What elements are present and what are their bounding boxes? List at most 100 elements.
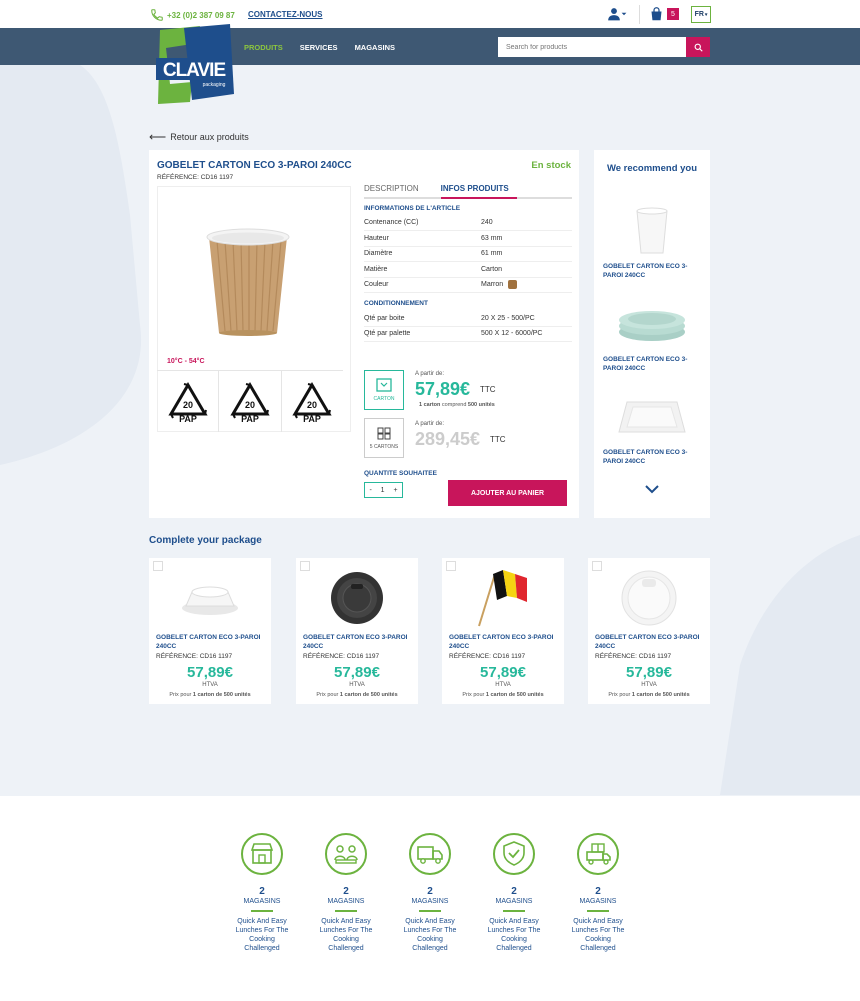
product-unit-info: Prix pour 1 carton de 500 unités xyxy=(296,692,418,698)
attribute-row: Couleur Marron xyxy=(364,277,572,293)
recommend-item-name: GOBELET CARTON ECO 3-PAROI 240CC xyxy=(603,449,688,465)
attribute-value: Carton xyxy=(481,266,503,273)
arrow-left-icon: ⟵ xyxy=(149,130,167,144)
cart-button[interactable]: 5 xyxy=(649,6,679,22)
clavie-logo[interactable]: CLAVIE packaging xyxy=(152,24,236,108)
feature-item: 2 MAGASINS Quick And Easy Lunches For Th… xyxy=(558,832,638,953)
product-reference: RÉFÉRENCE: CD16 1197 xyxy=(157,174,234,181)
product-name: GOBELET CARTON ECO 3-PAROI 240CC xyxy=(595,634,700,650)
feature-description: Quick And Easy Lunches For The Cooking C… xyxy=(487,918,541,952)
nav-item-magasins[interactable]: MAGASINS xyxy=(355,43,395,52)
feature-number: 2 xyxy=(343,886,349,897)
truck-icon xyxy=(409,833,451,875)
contact-link[interactable]: CONTACTEZ-NOUS xyxy=(248,10,323,19)
nav-item-produits[interactable]: PRODUITS xyxy=(244,43,283,52)
product-price: 57,89€ xyxy=(626,664,672,681)
recycle-label: PAP xyxy=(179,414,197,422)
price-from-label: A partir de: xyxy=(415,421,445,427)
language-selector[interactable]: FR ▾ xyxy=(691,6,711,23)
unit-prefix: Prix pour xyxy=(169,692,193,698)
divider xyxy=(639,5,640,24)
attribute-row: Qté par palette 500 X 12 - 6000/PC xyxy=(364,326,572,342)
info-heading: INFORMATIONS DE L'ARTICLE xyxy=(364,205,461,212)
feature-label: MAGASINS xyxy=(243,898,281,905)
tab-infos-produits[interactable]: INFOS PRODUITS xyxy=(440,183,517,199)
paper-cup-image xyxy=(206,228,290,336)
attribute-key: Qté par boite xyxy=(364,315,405,322)
quantity-value[interactable]: 1 xyxy=(381,487,385,494)
package-product-card[interactable]: GOBELET CARTON ECO 3-PAROI 240CC RÉFÉREN… xyxy=(296,558,418,704)
product-unit-info: Prix pour 1 carton de 500 unités xyxy=(442,692,564,698)
recycle-label: PAP xyxy=(303,414,321,422)
feature-number: 2 xyxy=(427,886,433,897)
nav-item-services[interactable]: SERVICES xyxy=(300,43,338,52)
recommend-item[interactable]: GOBELET CARTON ECO 3-PAROI 240CC xyxy=(603,295,703,373)
price-option-label: 5 CARTONS xyxy=(369,443,399,450)
product-tax: HTVA xyxy=(495,682,511,688)
product-title: GOBELET CARTON ECO 3-PAROI 240CC xyxy=(157,160,352,171)
quantity-increase-button[interactable]: + xyxy=(393,487,397,494)
recommend-image xyxy=(603,388,701,446)
phone-number: +32 (0)2 387 09 87 xyxy=(167,10,235,20)
package-product-card[interactable]: GOBELET CARTON ECO 3-PAROI 240CC RÉFÉREN… xyxy=(442,558,564,704)
features-footer: 2 MAGASINS Quick And Easy Lunches For Th… xyxy=(0,796,860,1001)
tab-description[interactable]: DESCRIPTION xyxy=(364,183,419,197)
cart-count-badge: 5 xyxy=(667,8,679,20)
product-reference: RÉFÉRENCE: CD16 1197 xyxy=(449,653,526,660)
price-5-cartons: 289,45€ xyxy=(415,429,481,449)
attribute-value: 240 xyxy=(481,219,493,226)
attribute-key: Couleur xyxy=(364,281,389,288)
feature-divider xyxy=(503,910,525,912)
svg-text:CLAVIE: CLAVIE xyxy=(163,60,226,81)
stock-status: En stock xyxy=(531,160,571,171)
back-link[interactable]: ⟵ Retour aux produits xyxy=(149,130,249,144)
recommend-image xyxy=(603,202,701,260)
chevron-down-icon[interactable] xyxy=(644,484,660,494)
attribute-row: Contenance (CC) 240 xyxy=(364,215,572,231)
top-bar xyxy=(0,0,860,28)
search-input[interactable] xyxy=(498,37,686,57)
add-to-cart-button[interactable]: AJOUTER AU PANIER xyxy=(448,480,567,506)
recycle-cell: 20 PAP xyxy=(157,371,220,432)
unit-prefix: Prix pour xyxy=(608,692,632,698)
package-product-card[interactable]: GOBELET CARTON ECO 3-PAROI 240CC RÉFÉREN… xyxy=(588,558,710,704)
attribute-value: 61 mm xyxy=(481,250,503,257)
price-option-5-cartons[interactable]: 5 CARTONS xyxy=(364,418,404,458)
feature-item: 2 MAGASINS Quick And Easy Lunches For Th… xyxy=(306,832,386,953)
feature-number: 2 xyxy=(595,886,601,897)
store-icon xyxy=(241,833,283,875)
feature-description: Quick And Easy Lunches For The Cooking C… xyxy=(571,918,625,952)
search-button[interactable] xyxy=(686,37,710,57)
recommend-panel: We recommend you GOBELET CARTON ECO 3-PA… xyxy=(594,150,710,518)
unit-value: 1 carton de 500 unités xyxy=(485,692,544,698)
recommend-item[interactable]: GOBELET CARTON ECO 3-PAROI 240CC xyxy=(603,202,703,280)
recycle-cell: 20 PAP xyxy=(282,371,343,432)
recommend-item-name: GOBELET CARTON ECO 3-PAROI 240CC xyxy=(603,356,688,372)
recommend-item-name: GOBELET CARTON ECO 3-PAROI 240CC xyxy=(603,263,688,279)
product-reference: RÉFÉRENCE: CD16 1197 xyxy=(303,653,380,660)
recommend-item[interactable]: GOBELET CARTON ECO 3-PAROI 240CC xyxy=(603,388,703,466)
quantity-decrease-button[interactable]: - xyxy=(369,487,371,494)
white-lid-image xyxy=(182,586,238,615)
carton-connector: comprend xyxy=(440,402,468,408)
price-option-carton[interactable]: CARTON xyxy=(364,370,404,410)
package-product-card[interactable]: GOBELET CARTON ECO 3-PAROI 240CC RÉFÉREN… xyxy=(149,558,271,704)
carton-units: 500 unités xyxy=(467,402,495,408)
plates-image xyxy=(619,311,685,341)
product-reference: RÉFÉRENCE: CD16 1197 xyxy=(595,653,672,660)
price-from-label: A partir de: xyxy=(415,371,445,377)
account-button[interactable] xyxy=(607,7,627,21)
recycle-cell: 20 PAP xyxy=(219,371,282,432)
attribute-row: Qté par boite 20 X 25 - 500/PC xyxy=(364,311,572,327)
product-name: GOBELET CARTON ECO 3-PAROI 240CC xyxy=(303,634,408,650)
temperature-range: 10°C - 54°C xyxy=(167,358,205,365)
attribute-value: 20 X 25 - 500/PC xyxy=(481,315,535,322)
unit-value: 1 carton de 500 unités xyxy=(339,692,398,698)
product-image xyxy=(307,564,407,632)
svg-text:packaging: packaging xyxy=(203,82,226,88)
phone-link[interactable]: +32 (0)2 387 09 87 xyxy=(150,8,235,22)
back-link-label: Retour aux produits xyxy=(170,132,249,142)
feature-label: MAGASINS xyxy=(495,898,533,905)
carton-count: 1 carton xyxy=(419,402,441,408)
unit-value: 1 carton de 500 unités xyxy=(192,692,251,698)
